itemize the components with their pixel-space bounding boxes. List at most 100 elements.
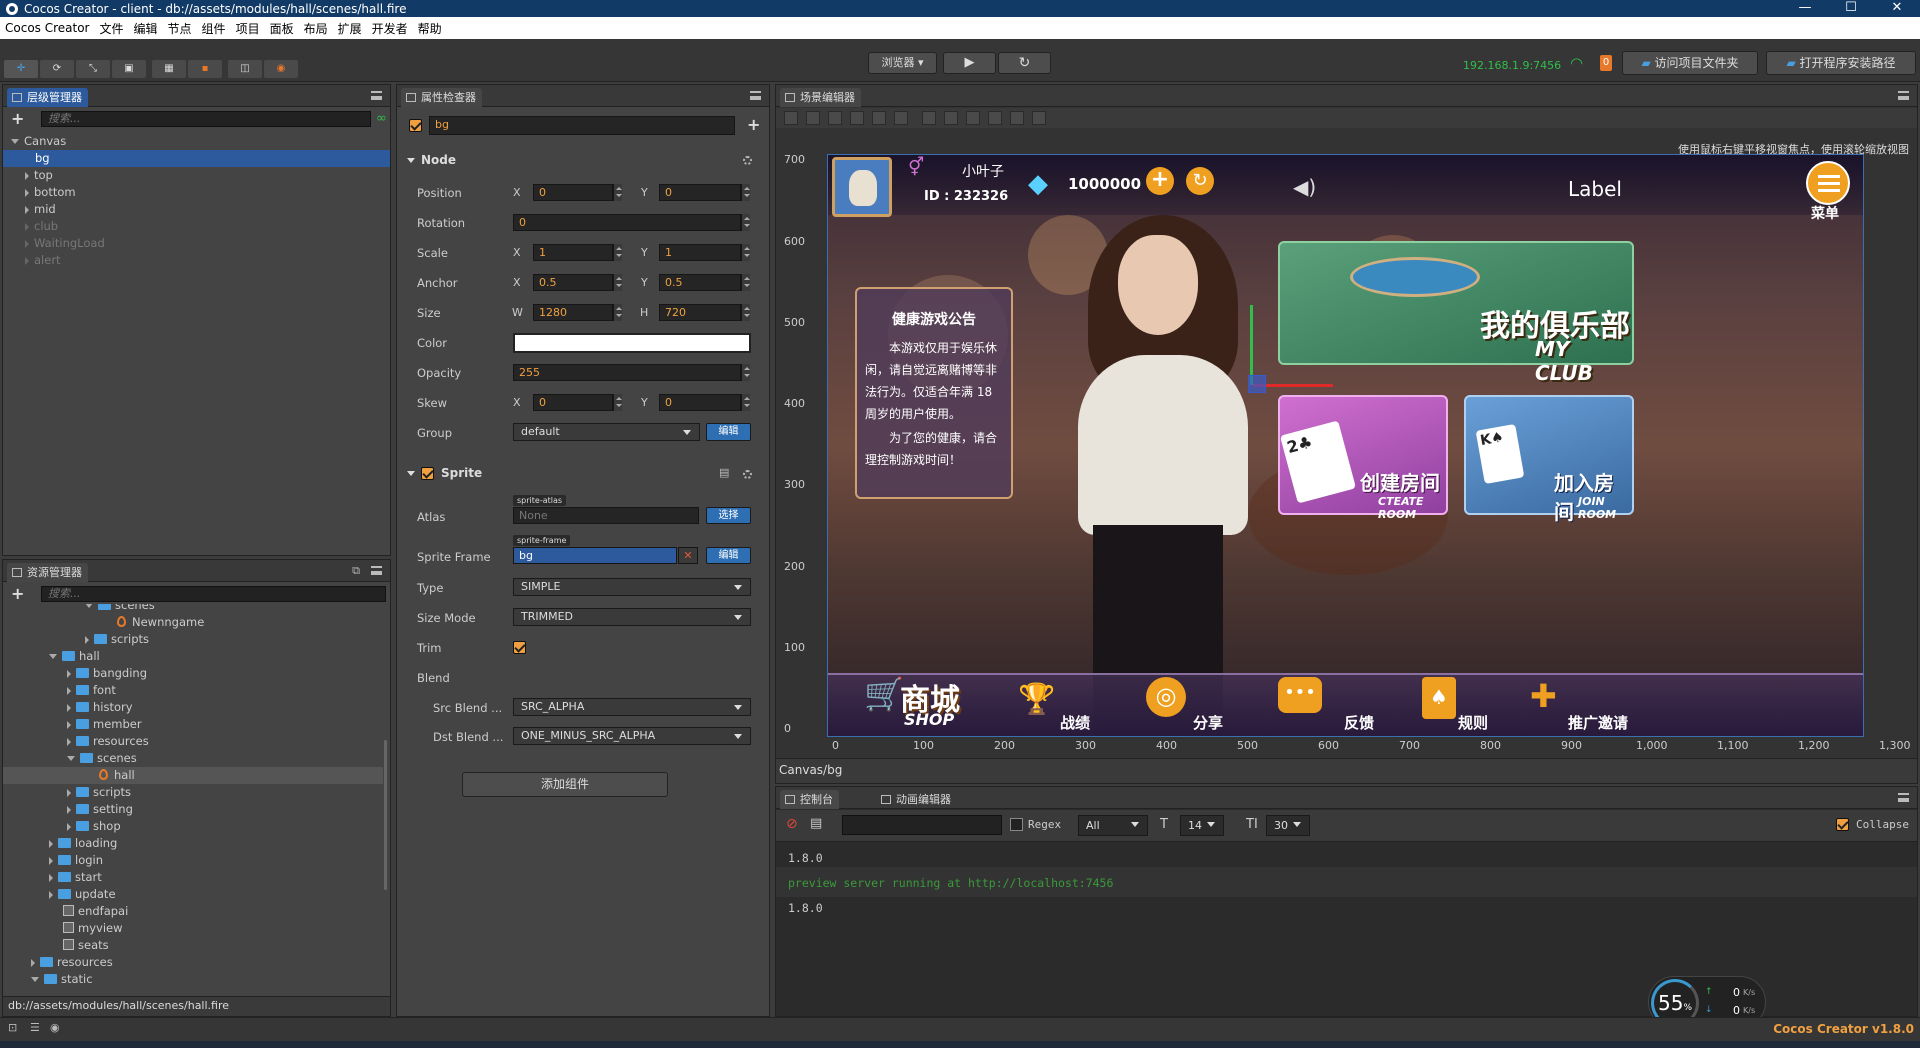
panel-menu-icon[interactable] [371, 566, 382, 575]
speaker-icon[interactable]: ◀) [1293, 175, 1316, 199]
clear-console-icon[interactable]: ⊘ [786, 816, 798, 832]
clear-icon[interactable]: ✕ [678, 547, 698, 564]
rules-icon[interactable]: ♠ [1422, 677, 1456, 719]
expand-icon[interactable] [49, 654, 57, 659]
move-tool-icon[interactable]: ✛ [4, 60, 38, 78]
asset-folder-loading[interactable]: loading [3, 835, 383, 852]
size-h-input[interactable]: 720 [659, 304, 741, 321]
menu-component[interactable]: 组件 [197, 20, 231, 37]
align-right-icon[interactable] [894, 111, 908, 125]
skew-x-stepper[interactable] [613, 394, 622, 411]
help-doc-icon[interactable]: ▤ [719, 466, 729, 479]
collapse-icon[interactable] [25, 171, 29, 180]
tree-node-waitingload[interactable]: WaitingLoad [3, 235, 390, 252]
bottom-feedback[interactable]: 反馈 [1344, 712, 1374, 733]
collapse-icon[interactable] [25, 256, 29, 265]
collapse-icon[interactable] [67, 788, 71, 797]
rotate-tool-icon[interactable]: ⟳ [40, 60, 74, 78]
align-left-icon[interactable] [850, 111, 864, 125]
panel-menu-icon[interactable] [1898, 91, 1909, 100]
skew-y-stepper[interactable] [741, 394, 750, 411]
collapse-icon[interactable] [25, 239, 29, 248]
asset-folder-resources-root[interactable]: resources [3, 954, 383, 971]
menu-help[interactable]: 帮助 [413, 20, 447, 37]
size-mode-select[interactable]: TRIMMED [513, 608, 751, 626]
tree-node-alert[interactable]: alert [3, 252, 390, 269]
position-x-input[interactable]: 0 [533, 184, 613, 201]
asset-prefab-myview[interactable]: myview [3, 920, 383, 937]
line-height-select[interactable]: 30 [1266, 815, 1310, 836]
open-log-icon[interactable]: ▤ [810, 816, 822, 831]
play-button[interactable]: ▶ [943, 52, 996, 74]
bottom-invite[interactable]: 推广邀请 [1568, 712, 1628, 733]
add-asset-icon[interactable]: + [11, 586, 25, 602]
browser-select[interactable]: 浏览器 ▾ [868, 52, 937, 74]
dst-blend-select[interactable]: ONE_MINUS_SRC_ALPHA [513, 727, 751, 745]
size-w-stepper[interactable] [613, 304, 622, 321]
local-coord-icon[interactable]: ◫ [228, 60, 262, 78]
tab-animation-editor[interactable]: 动画编辑器 [876, 790, 957, 809]
expand-icon[interactable] [407, 471, 415, 476]
position-y-input[interactable]: 0 [659, 184, 741, 201]
open-project-folder-button[interactable]: ▰ 访问项目文件夹 [1622, 51, 1758, 75]
gear-icon[interactable] [743, 156, 752, 165]
node-name-input[interactable]: bg [429, 116, 735, 135]
trim-checkbox[interactable] [513, 641, 526, 654]
regex-checkbox[interactable] [1010, 818, 1023, 831]
collapse-icon[interactable] [49, 839, 53, 848]
distribute-vcenter-icon[interactable] [944, 111, 958, 125]
position-y-stepper[interactable] [741, 184, 750, 201]
visibility-icon[interactable]: ◉ [50, 1021, 60, 1034]
tab-hierarchy[interactable]: 层级管理器 [7, 88, 88, 107]
distribute-right-icon[interactable] [1032, 111, 1046, 125]
scale-x-stepper[interactable] [613, 244, 622, 261]
avatar[interactable] [832, 157, 892, 217]
assets-scrollbar[interactable] [384, 740, 387, 890]
shop-en[interactable]: SHOP [904, 710, 954, 729]
sprite-enabled-checkbox[interactable] [421, 467, 434, 480]
asset-scene-newnngame[interactable]: Newnngame [3, 614, 383, 631]
tab-assets[interactable]: 资源管理器 [7, 563, 88, 582]
collapse-icon[interactable] [67, 686, 71, 695]
menu-project[interactable]: 项目 [231, 20, 265, 37]
create-room-card[interactable]: 2♣ 创建房间 CTEATE ROOM [1278, 395, 1448, 521]
notification-badge[interactable]: 0 [1600, 55, 1612, 71]
align-bottom-icon[interactable] [828, 111, 842, 125]
node-section[interactable]: Node [407, 153, 456, 167]
tab-scene-editor[interactable]: 场景编辑器 [780, 88, 861, 107]
asset-folder-hall[interactable]: hall [3, 648, 383, 665]
refresh-button[interactable]: ↻ [998, 52, 1051, 74]
collapse-icon[interactable] [67, 822, 71, 831]
add-component-button[interactable]: 添加组件 [462, 772, 668, 797]
anchor-x-stepper[interactable] [613, 274, 622, 291]
menu-edit[interactable]: 编辑 [129, 20, 163, 37]
invite-icon[interactable]: ✚ [1530, 677, 1557, 715]
skew-y-input[interactable]: 0 [659, 394, 741, 411]
tree-node-bg[interactable]: bg [3, 150, 390, 167]
gizmo-y-axis[interactable] [1250, 305, 1253, 385]
menu-extension[interactable]: 扩展 [333, 20, 367, 37]
open-install-path-button[interactable]: ▰ 打开程序安装路径 [1766, 51, 1916, 75]
expand-icon[interactable] [407, 158, 415, 163]
maximize-button[interactable]: ☐ [1828, 0, 1874, 17]
sprite-frame-input[interactable]: bg [513, 547, 677, 564]
asset-scene-hall[interactable]: hall [3, 767, 383, 784]
bottom-rules[interactable]: 规则 [1458, 712, 1488, 733]
popout-icon[interactable]: ⧉ [352, 564, 360, 578]
bottom-records[interactable]: 战绩 [1060, 712, 1090, 733]
anchor-x-input[interactable]: 0.5 [533, 274, 613, 291]
asset-folder-scripts[interactable]: scripts [3, 784, 383, 801]
menu-file[interactable]: 文件 [95, 20, 129, 37]
menu-cocos[interactable]: Cocos Creator [0, 21, 95, 35]
bottom-share[interactable]: 分享 [1193, 712, 1223, 733]
rotation-stepper[interactable] [741, 214, 750, 231]
sprite-section[interactable] [407, 466, 421, 480]
global-coord-icon[interactable]: ◉ [264, 60, 298, 78]
group-edit-button[interactable]: 编辑 [706, 423, 751, 441]
collapse-checkbox[interactable] [1836, 818, 1849, 831]
collapse-icon[interactable] [49, 873, 53, 882]
collapse-icon[interactable] [67, 720, 71, 729]
menu-layout[interactable]: 布局 [299, 20, 333, 37]
opacity-input[interactable]: 255 [513, 364, 741, 381]
anchor-y-input[interactable]: 0.5 [659, 274, 741, 291]
